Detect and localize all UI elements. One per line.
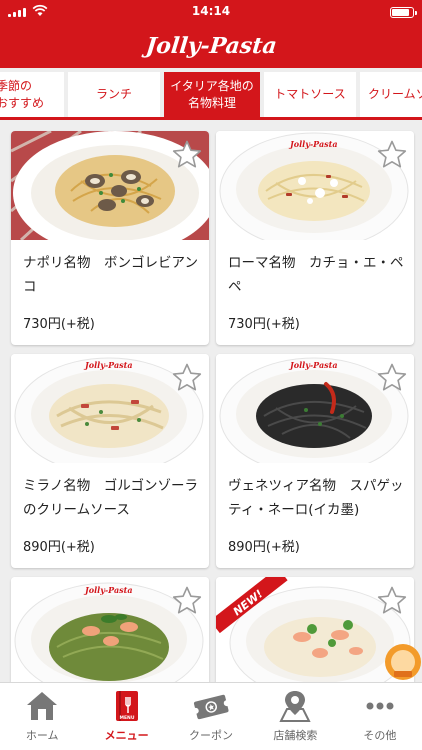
nav-store-search[interactable]: 店舗検索 [253, 683, 337, 750]
status-bar: 14:14 [0, 0, 422, 24]
menu-card-spaghetti-nero[interactable]: Jolly-Pasta ヴェネツィア名物 スパゲッティ・ネーロ(イカ墨) 890… [216, 354, 414, 568]
menu-book-icon: MENU [115, 691, 138, 721]
menu-card-pesto-pasta[interactable]: Jolly-Pasta [11, 577, 209, 682]
tab-label: 季節の [0, 79, 33, 94]
menu-grid: ナポリ名物 ボンゴレビアンコ 730円(+税) Jolly-Pasta ローマ名… [0, 123, 422, 682]
favorite-star-icon[interactable] [376, 585, 408, 617]
tab-label: おすすめ [0, 95, 45, 110]
menu-item-price: 730円(+税) [228, 317, 300, 332]
home-icon [27, 692, 58, 720]
menu-item-name: ミラノ名物 ゴルゴンゾーラのクリームソース [23, 478, 198, 518]
tab-regional-specialties[interactable]: イタリア各地の 名物料理 [164, 72, 260, 117]
menu-card-cacio-e-pepe[interactable]: Jolly-Pasta ローマ名物 カチョ・エ・ペペ 730円(+税) [216, 131, 414, 345]
category-tabs: 季節のおすすめ ランチ イタリア各地の名物料理 トマトソース クリームソ [0, 68, 422, 120]
nav-home[interactable]: ホーム [0, 683, 84, 750]
nav-label: その他 [363, 729, 397, 742]
bottom-nav: ホーム MENU メニュー クーポン 店舗検索 その他 [0, 682, 422, 750]
jolly-pasta-logo: Jolly-Pasta [144, 33, 278, 59]
tab-lunch[interactable]: ランチ [68, 72, 160, 117]
favorite-star-icon[interactable] [376, 139, 408, 171]
battery-icon [390, 7, 417, 18]
tab-label: イタリア各地の [170, 79, 254, 94]
nav-label: 店舗検索 [273, 729, 318, 742]
plate-logo-text: Jolly-Pasta [83, 360, 133, 370]
favorite-star-icon[interactable] [171, 362, 203, 394]
map-pin-icon [279, 691, 312, 722]
tab-seasonal[interactable]: 季節のおすすめ [0, 72, 64, 117]
menu-item-price: 890円(+税) [23, 540, 95, 555]
favorite-star-icon[interactable] [171, 585, 203, 617]
status-time: 14:14 [191, 4, 231, 18]
tab-label: クリームソ [368, 87, 422, 102]
nav-label: クーポン [189, 729, 234, 742]
menu-card-vongole-bianco[interactable]: ナポリ名物 ボンゴレビアンコ 730円(+税) [11, 131, 209, 345]
plate-logo-text: Jolly-Pasta [288, 360, 338, 370]
menu-card-gorgonzola-cream[interactable]: Jolly-Pasta ミラノ名物 ゴルゴンゾーラのクリームソース 890円(+… [11, 354, 209, 568]
favorite-star-icon[interactable] [171, 139, 203, 171]
favorite-star-icon[interactable] [376, 362, 408, 394]
tab-label: トマトソース [274, 87, 346, 102]
tab-label: ランチ [95, 87, 132, 102]
nav-menu[interactable]: MENU メニュー [84, 683, 168, 750]
tab-label: 名物料理 [187, 95, 236, 110]
nav-label: ホーム [25, 729, 59, 742]
more-icon [366, 702, 394, 710]
menu-item-price: 890円(+税) [228, 540, 300, 555]
menu-icon-text: MENU [119, 715, 134, 721]
menu-item-name: ローマ名物 カチョ・エ・ペペ [228, 255, 404, 295]
tab-tomato-sauce[interactable]: トマトソース [264, 72, 356, 117]
nav-coupon[interactable]: クーポン [169, 683, 253, 750]
nav-other[interactable]: その他 [338, 683, 422, 750]
menu-item-price: 730円(+税) [23, 317, 95, 332]
plate-logo-text: Jolly-Pasta [83, 585, 133, 595]
menu-item-name: ナポリ名物 ボンゴレビアンコ [23, 255, 198, 295]
menu-item-name: ヴェネツィア名物 スパゲッティ・ネーロ(イカ墨) [228, 478, 404, 518]
tab-cream-sauce[interactable]: クリームソ [360, 72, 422, 117]
promo-seal-icon [385, 644, 421, 680]
nav-label: メニュー [104, 729, 149, 742]
coupon-icon [192, 694, 230, 720]
plate-logo-text: Jolly-Pasta [288, 139, 338, 149]
app-header: Jolly-Pasta [0, 24, 422, 68]
